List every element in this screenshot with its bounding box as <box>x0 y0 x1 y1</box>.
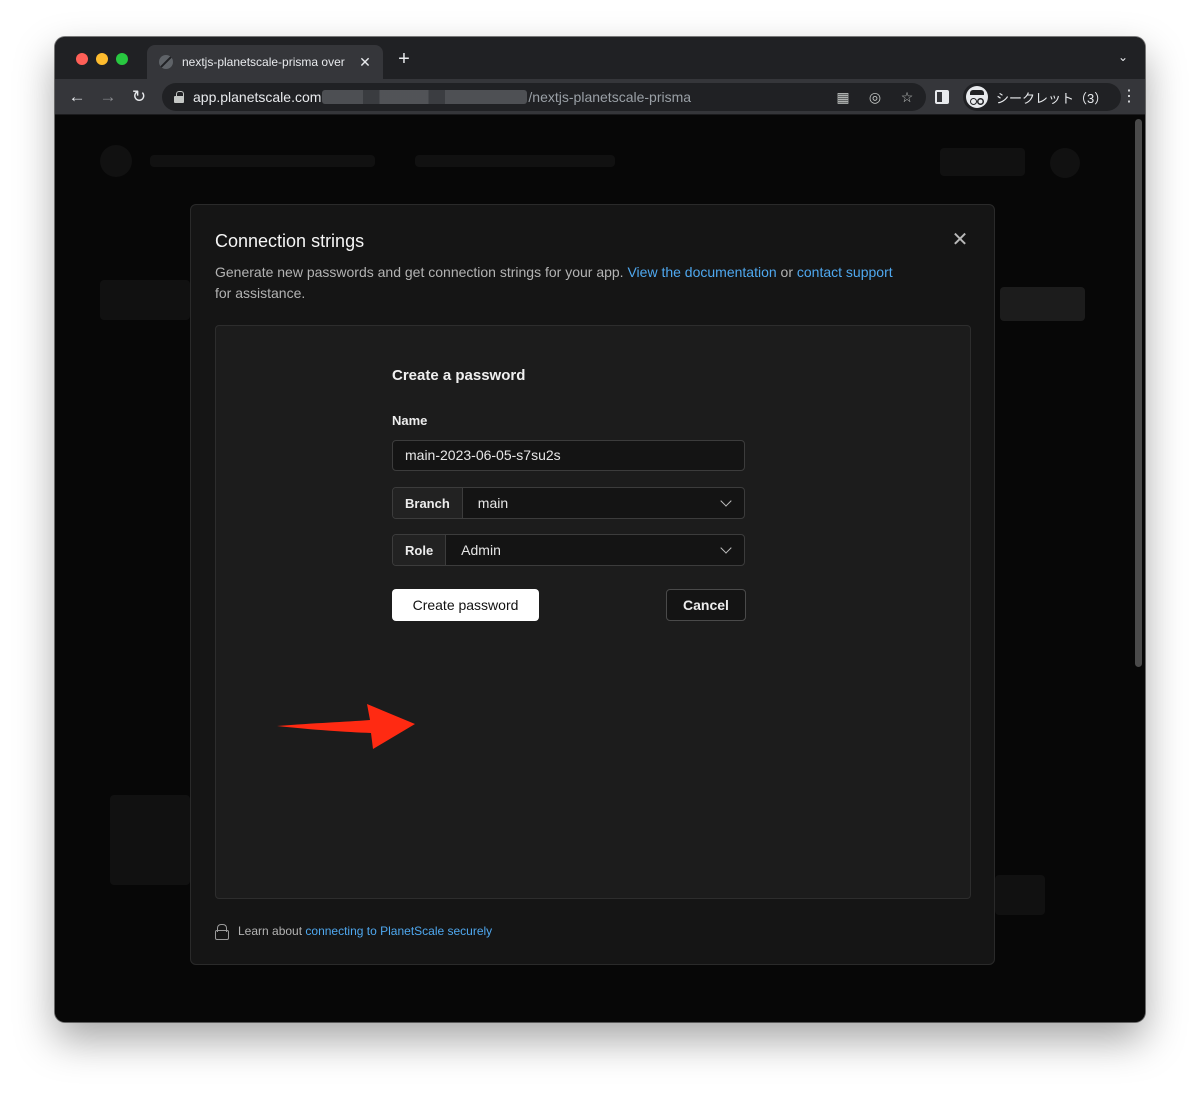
branch-value[interactable]: main <box>463 488 744 518</box>
browser-window: nextjs-planetscale-prisma over ✕ + ⌄ ← →… <box>55 37 1145 1022</box>
role-label: Role <box>393 535 447 565</box>
more-menu-icon[interactable]: ⋮ <box>1121 88 1137 106</box>
close-icon[interactable]: ✕ <box>950 230 970 250</box>
role-select[interactable]: Role Admin <box>392 534 745 566</box>
dialog-title: Connection strings <box>215 231 365 251</box>
form-title: Create a password <box>392 367 526 384</box>
backdrop-user-avatar <box>1050 148 1080 178</box>
branch-selected: main <box>477 495 509 511</box>
toolbar-right: シークレット（3） <box>933 83 1122 111</box>
dialog-description: Generate new passwords and get connectio… <box>215 262 945 304</box>
create-password-button[interactable]: Create password <box>392 589 539 621</box>
backdrop-card <box>995 875 1045 915</box>
create-password-panel <box>215 325 971 899</box>
address-bar-actions: ▦ ◎ ☆ <box>834 89 916 106</box>
branch-label: Branch <box>393 488 463 518</box>
incognito-icon <box>966 86 988 108</box>
connection-strings-dialog: Connection strings ✕ Generate new passwo… <box>190 204 995 965</box>
backdrop-button <box>940 148 1025 176</box>
cancel-button[interactable]: Cancel <box>666 589 746 621</box>
close-window-button[interactable] <box>76 53 88 65</box>
qr-code-icon[interactable]: ▦ <box>834 89 852 106</box>
forward-arrow-icon[interactable]: → <box>98 87 118 107</box>
name-label: Name <box>392 413 428 428</box>
annotation-arrow-icon <box>277 704 415 749</box>
profile-label: シークレット（3） <box>996 90 1108 106</box>
side-panel-icon[interactable] <box>935 90 949 104</box>
backdrop-nav <box>415 155 615 167</box>
branch-select[interactable]: Branch main <box>392 487 745 519</box>
description-text: Generate new passwords and get connectio… <box>215 264 628 280</box>
security-note-text: Learn about <box>238 924 303 938</box>
backdrop-card <box>110 795 190 885</box>
eye-off-icon[interactable]: ◎ <box>866 89 884 106</box>
planetscale-favicon-icon <box>159 55 173 69</box>
contact-support-link[interactable]: contact support <box>797 264 893 280</box>
description-suffix: for assistance. <box>215 285 306 301</box>
reload-icon[interactable]: ↻ <box>129 87 149 107</box>
new-tab-plus-icon[interactable]: + <box>393 48 415 70</box>
tab-bar: nextjs-planetscale-prisma over ✕ + ⌄ <box>55 37 1145 79</box>
backdrop-avatar <box>100 145 132 177</box>
chevron-down-icon <box>720 542 732 554</box>
redacted-url-segment <box>322 90 528 104</box>
url-host: app.planetscale.com <box>193 89 322 105</box>
minimize-window-button[interactable] <box>96 53 108 65</box>
lock-icon[interactable] <box>174 91 184 103</box>
documentation-link[interactable]: View the documentation <box>627 264 776 280</box>
star-icon[interactable]: ☆ <box>898 89 916 106</box>
page-viewport: Connection strings ✕ Generate new passwo… <box>55 115 1145 1022</box>
backdrop-card <box>100 280 190 320</box>
url-path: /nextjs-planetscale-prisma <box>528 89 692 105</box>
backdrop-breadcrumb <box>150 155 375 167</box>
back-arrow-icon[interactable]: ← <box>67 87 87 107</box>
address-bar[interactable]: app.planetscale.com /nextjs-planetscale-… <box>162 83 926 111</box>
security-note: Learn about connecting to PlanetScale se… <box>215 924 492 940</box>
backdrop-primary-button <box>1000 287 1085 321</box>
incognito-profile-chip[interactable]: シークレット（3） <box>963 83 1122 111</box>
password-name-input[interactable]: main-2023-06-05-s7su2s <box>392 440 745 471</box>
role-selected: Admin <box>461 542 501 558</box>
description-or: or <box>776 264 797 280</box>
close-icon[interactable]: ✕ <box>357 54 373 71</box>
role-value[interactable]: Admin <box>446 535 744 565</box>
page-scrollbar[interactable] <box>1135 119 1142 667</box>
connecting-securely-link[interactable]: connecting to PlanetScale securely <box>305 924 492 938</box>
chevron-down-icon[interactable]: ⌄ <box>1115 50 1131 66</box>
tab-title: nextjs-planetscale-prisma over <box>182 55 345 69</box>
maximize-window-button[interactable] <box>116 53 128 65</box>
browser-toolbar: ← → ↻ app.planetscale.com /nextjs-planet… <box>55 79 1145 115</box>
lock-icon <box>215 924 229 940</box>
chevron-down-icon <box>720 495 732 507</box>
browser-tab[interactable]: nextjs-planetscale-prisma over ✕ <box>147 45 383 79</box>
